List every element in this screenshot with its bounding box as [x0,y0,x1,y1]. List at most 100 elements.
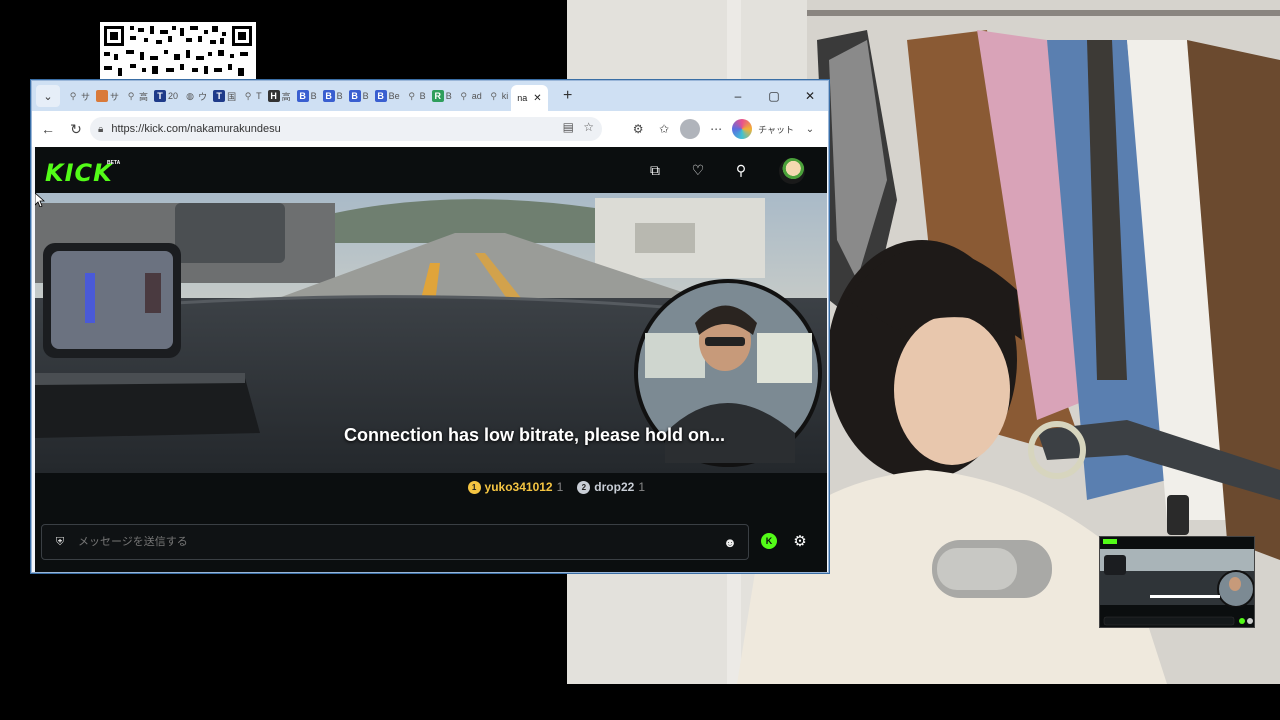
tab-label: B [336,91,343,101]
kick-points-icon[interactable]: K [761,533,777,549]
tab-label: T [256,91,262,101]
gifter-item[interactable]: 1 yuko341012 1 [467,480,564,494]
chat-settings-gear-icon[interactable]: ⚙ [791,532,809,550]
shield-icon[interactable]: ⛨ [42,536,78,549]
tab-label: ad [471,91,482,101]
tab-active[interactable]: na ✕ [511,85,548,111]
more-menu-icon[interactable]: ⋯ [706,119,726,139]
browser-tab[interactable]: ◍ ウ [181,85,210,107]
site-favicon-icon: H [267,90,280,102]
browser-tab[interactable]: T 20 [151,85,181,107]
globe-icon: ◍ [186,90,194,101]
site-favicon-icon: B [322,90,335,102]
copilot-label[interactable]: チャット [758,119,794,139]
site-favicon-icon: B [374,90,387,102]
site-favicon-icon: B [296,90,309,102]
tab-label: B [310,91,317,101]
browser-tab[interactable]: T国 [210,85,239,107]
user-avatar[interactable] [779,158,805,184]
profile-avatar[interactable] [680,119,701,139]
tab-active-label: na [517,93,528,103]
search-icon: ⚲ [490,90,498,101]
browser-tab[interactable]: RB [429,85,455,107]
new-tab-button[interactable]: + [558,87,578,105]
browser-tab[interactable]: ⚲ T [239,85,265,107]
site-favicon-icon: B [348,90,361,102]
gift-count: 1 [556,480,564,494]
tab-strip: ⌄ ⚲ ササ ⚲ 高 T 20 ◍ ウ T 国 ⚲ T H 高 B B B B B B B Be ⚲ B R B ⚲ ad ⚲ ki na… [32,81,828,111]
extensions-icon[interactable]: ⚙︎ [628,119,648,139]
site-favicon-icon: T [154,90,167,102]
window-controls: – ▢ ✕ [720,81,828,111]
kick-page: KICK BETA ⧉ ♡ ⚲ Connection has low bitra… [35,147,827,572]
tab-label: ki [501,91,509,101]
search-icon: ⚲ [244,90,252,101]
chevron-down-icon[interactable]: ⌄ [800,119,820,139]
bottom-bar [567,684,1280,720]
site-favicon-icon: T [213,90,226,102]
rank-badge-icon: 1 [467,480,481,494]
gifter-name: drop22 [594,480,635,494]
emote-picker-icon[interactable]: ☻ [722,534,738,550]
browser-tab[interactable]: ⚲ サ [64,85,93,107]
reader-mode-icon[interactable]: ▤ [563,120,574,134]
tab-label: B [362,91,369,101]
favorite-star-icon[interactable]: ☆ [583,120,594,134]
site-favicon-icon: R [431,90,444,102]
browser-tab[interactable]: ⚲ B [403,85,429,107]
tab-actions-menu-icon[interactable]: ⌄ [36,85,60,107]
browser-tab[interactable]: BB [320,85,346,107]
beta-badge: BETA [107,160,121,166]
browser-tab[interactable]: ⚲ 高 [122,85,151,107]
tab-label: 国 [227,91,237,102]
chat-input-container: ⛨ ☻ [41,524,749,560]
top-gifters-bar: 1 yuko341012 1 2 drop22 1 [35,473,827,501]
back-arrow-icon[interactable]: ← [34,115,62,143]
search-icon: ⚲ [127,90,135,101]
toolbar-icons: ⚙︎ ✩ ⋯ チャット ⌄ [628,117,820,141]
browser-tab[interactable]: サ [93,85,122,107]
gift-count: 1 [638,480,645,494]
copilot-icon[interactable] [732,119,753,139]
tab-label: Be [388,91,400,101]
following-heart-icon[interactable]: ♡ [689,161,707,179]
rank-badge-icon: 2 [577,480,591,494]
video-player[interactable]: Connection has low bitrate, please hold … [35,193,827,473]
browser-tab[interactable]: ⚲ ad [455,85,485,107]
tab-label: 高 [281,91,291,102]
gifter-item[interactable]: 2 drop22 1 [577,480,645,494]
url-text: https://kick.com/nakamurakundesu [111,123,281,135]
kick-logo[interactable]: KICK [45,159,113,187]
qr-code [100,22,256,80]
tab-label: B [445,91,452,101]
favorites-icon[interactable]: ✩ [654,119,674,139]
search-icon: ⚲ [69,90,77,101]
browser-tab[interactable]: BB [294,85,320,107]
tab-label: サ [110,91,120,102]
chat-input-row: ⛨ ☻ K ⚙ [41,524,821,560]
browser-tab[interactable]: H高 [265,85,294,107]
kick-header: KICK BETA ⧉ ♡ ⚲ [35,147,827,193]
maximize-button[interactable]: ▢ [756,81,792,111]
search-icon[interactable]: ⚲ [732,161,750,179]
tab-close-icon[interactable]: ✕ [533,93,541,104]
site-info-icon[interactable]: 🔒︎ [98,124,103,135]
address-bar[interactable]: 🔒︎ https://kick.com/nakamurakundesu ▤ ☆ [90,117,602,141]
browser-toolbar: ← ↻ 🔒︎ https://kick.com/nakamurakundesu … [32,111,828,147]
refresh-icon[interactable]: ↻ [62,115,90,143]
close-window-button[interactable]: ✕ [792,81,828,111]
gifter-name: yuko341012 [484,480,553,494]
chat-message-input[interactable] [78,536,698,548]
tab-label: B [419,91,426,101]
browser-tab[interactable]: BB [346,85,372,107]
minimize-button[interactable]: – [720,81,756,111]
browser-window: ⌄ ⚲ ササ ⚲ 高 T 20 ◍ ウ T 国 ⚲ T H 高 B B B B B B B Be ⚲ B R B ⚲ ad ⚲ ki na… [31,80,829,573]
site-favicon-icon [96,90,109,102]
tab-label: 高 [139,91,149,102]
browse-icon[interactable]: ⧉ [646,161,664,179]
browser-tab[interactable]: B Be [372,85,403,107]
tab-label: 20 [168,91,179,101]
browser-tab[interactable]: ⚲ ki [485,85,512,107]
tab-label: ウ [198,91,208,102]
mouse-cursor-icon [35,193,45,207]
